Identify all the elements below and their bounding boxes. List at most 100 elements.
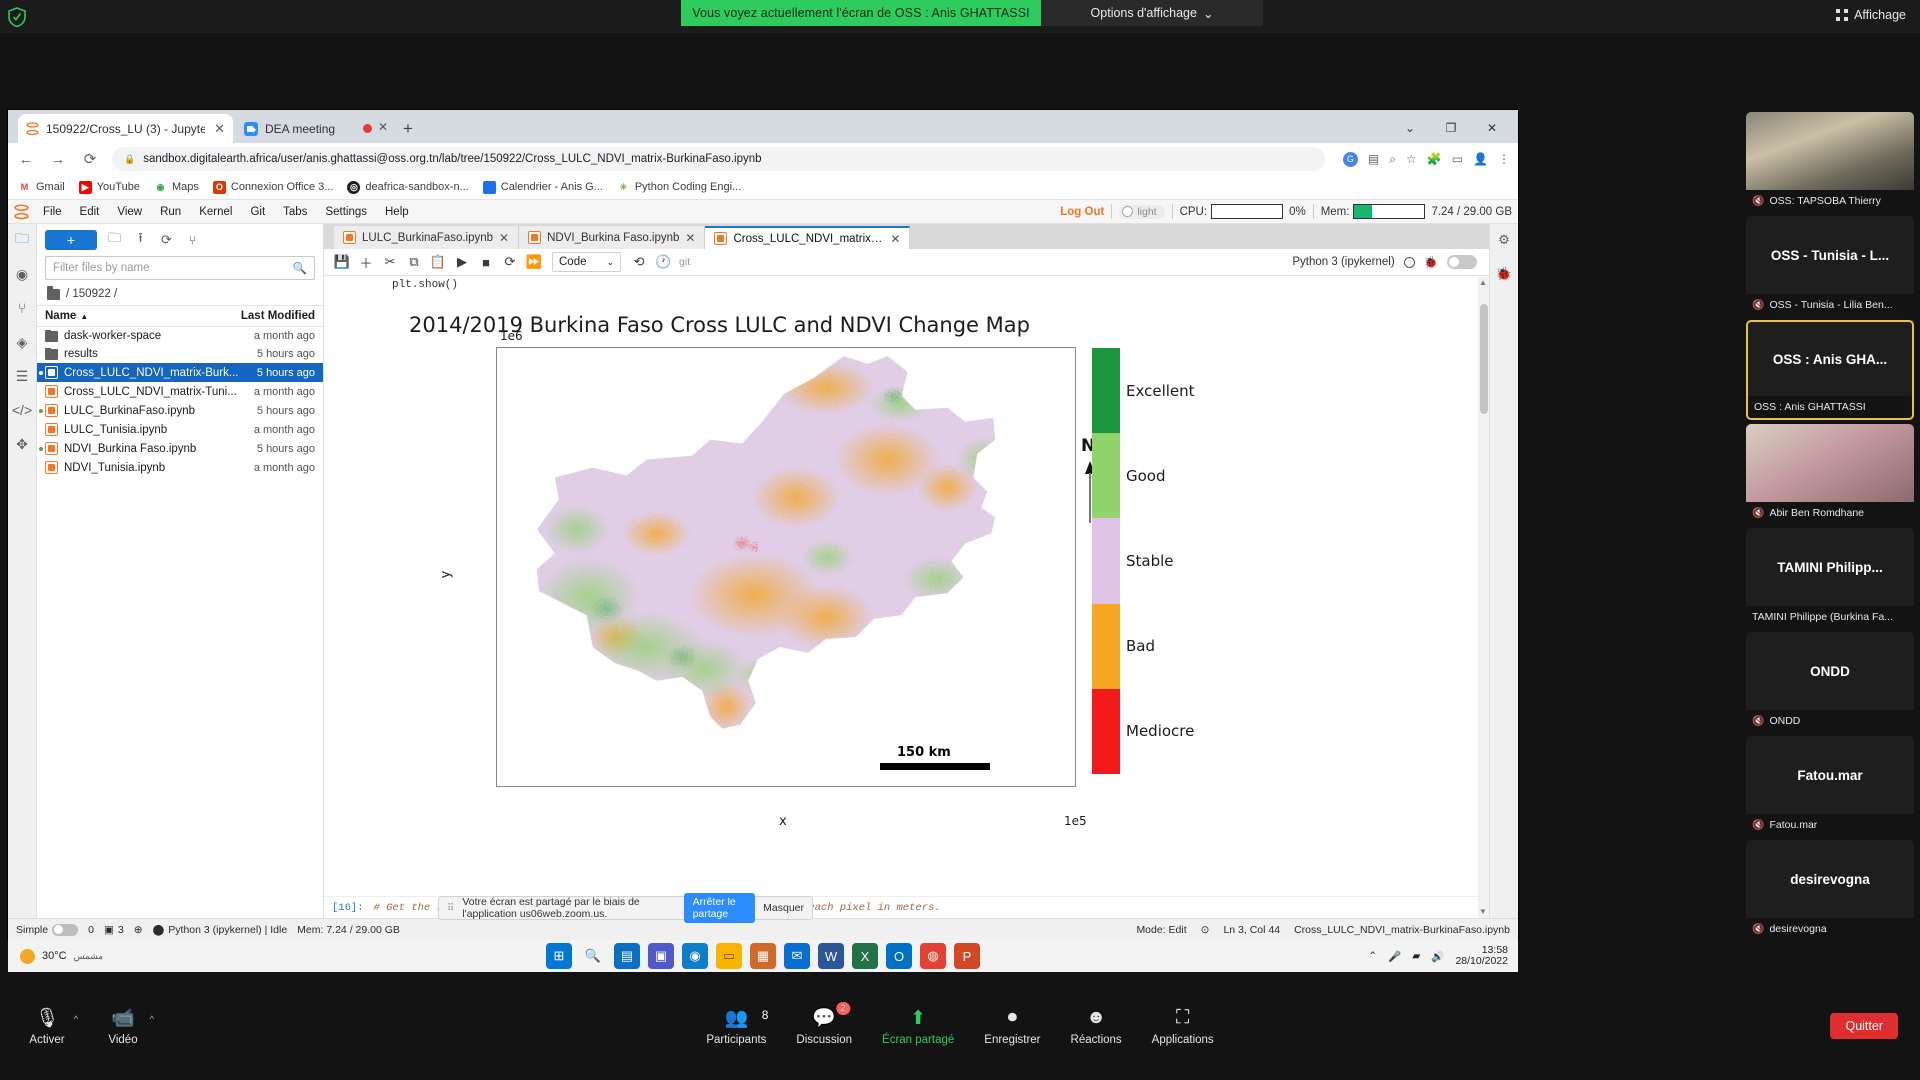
address-bar[interactable]: 🔒 sandbox.digitalearth.africa/user/anis.… bbox=[112, 147, 1325, 171]
logout-button[interactable]: Log Out bbox=[1060, 206, 1104, 218]
list-item[interactable]: LULC_BurkinaFaso.ipynb 5 hours ago bbox=[37, 401, 323, 420]
list-item[interactable]: results 5 hours ago bbox=[37, 345, 323, 363]
zoom-level-icon[interactable]: ⌕ bbox=[1389, 152, 1396, 167]
extensions-icon[interactable]: ◈ bbox=[12, 332, 32, 352]
file-filter-input[interactable]: Filter files by name 🔍 bbox=[45, 256, 315, 280]
word-icon[interactable]: W bbox=[818, 943, 844, 969]
connections-icon[interactable]: ⊕ bbox=[134, 924, 143, 936]
scroll-up-icon[interactable]: ▲ bbox=[1479, 278, 1487, 287]
save-icon[interactable]: 💾 bbox=[330, 251, 354, 273]
close-window-button[interactable]: ✕ bbox=[1472, 115, 1512, 141]
tab-lulc-burkinafaso[interactable]: LULC_BurkinaFaso.ipynb ✕ bbox=[334, 226, 520, 249]
git-refresh-icon[interactable]: ⟲ bbox=[627, 251, 651, 273]
bookmark-calendrier[interactable]: Calendrier - Anis G... bbox=[482, 180, 603, 194]
table-of-contents-icon[interactable]: ☰ bbox=[12, 366, 32, 386]
bookmark-maps[interactable]: ◉ Maps bbox=[153, 180, 199, 194]
close-icon[interactable]: ✕ bbox=[378, 120, 388, 134]
weather-widget[interactable]: 30°C مشمس bbox=[8, 948, 103, 964]
list-item[interactable]: NDVI_Burkina Faso.ipynb 5 hours ago bbox=[37, 439, 323, 458]
hide-button[interactable]: Masquer bbox=[763, 902, 804, 914]
extensions-icon[interactable]: 🧩 bbox=[1427, 152, 1442, 166]
explorer-icon[interactable]: ▭ bbox=[716, 943, 742, 969]
task-view-icon[interactable]: ▤ bbox=[614, 943, 640, 969]
tab-cross-lulc-ndvi-matrix[interactable]: Cross_LULC_NDVI_matrix-Bur ✕ bbox=[705, 226, 911, 249]
settings-gear-icon[interactable]: ⚙ bbox=[1498, 232, 1510, 248]
restart-run-all-icon[interactable]: ⏩ bbox=[522, 251, 546, 273]
menu-file[interactable]: File bbox=[34, 200, 71, 224]
history-icon[interactable]: 🕐 bbox=[651, 251, 675, 273]
edge-icon[interactable]: ◉ bbox=[682, 943, 708, 969]
excel-icon[interactable]: X bbox=[852, 943, 878, 969]
breadcrumb[interactable]: / 150922 / bbox=[37, 285, 323, 305]
close-icon[interactable]: ✕ bbox=[214, 121, 225, 137]
outlook-icon[interactable]: O bbox=[886, 943, 912, 969]
participant-tile[interactable]: TAMINI Philipp... TAMINI Philippe (Burki… bbox=[1746, 528, 1914, 628]
reactions-button[interactable]: ☻ Réactions bbox=[1071, 1006, 1122, 1046]
upload-icon[interactable]: ⭱ bbox=[132, 229, 149, 251]
record-button[interactable]: ⏺ Enregistrer bbox=[984, 1006, 1040, 1046]
participant-tile[interactable]: OSS - Tunisia - L... 🔇 OSS - Tunisia - L… bbox=[1746, 216, 1914, 316]
kernel-count[interactable]: ▣ 3 bbox=[104, 924, 124, 936]
browser-tab-jupyterlab[interactable]: 150922/Cross_LU (3) - JupyterLab ✕ bbox=[18, 114, 233, 143]
forward-button[interactable]: → bbox=[48, 151, 68, 168]
theme-toggle[interactable]: light bbox=[1119, 204, 1165, 219]
mute-button[interactable]: 🎙 Activer ^ bbox=[22, 1006, 78, 1046]
menu-run[interactable]: Run bbox=[151, 200, 190, 224]
kernel-status-text[interactable]: ⬤ Python 3 (ipykernel) | Idle bbox=[153, 924, 288, 936]
git-clone-icon[interactable]: ⑂ bbox=[184, 233, 201, 248]
display-options-button[interactable]: Options d'affichage ⌄ bbox=[1041, 0, 1263, 26]
debugger-bug-icon[interactable]: 🐞 bbox=[1496, 266, 1512, 282]
close-icon[interactable]: ✕ bbox=[890, 232, 900, 246]
bookmark-office[interactable]: O Connexion Office 3... bbox=[212, 180, 333, 194]
new-tab-button[interactable]: + bbox=[403, 119, 413, 139]
scroll-down-icon[interactable]: ▼ bbox=[1479, 907, 1487, 916]
git-icon[interactable]: ⑂ bbox=[12, 298, 32, 318]
menu-settings[interactable]: Settings bbox=[316, 200, 376, 224]
chevron-up-icon[interactable]: ⌃ bbox=[1368, 950, 1377, 962]
menu-edit[interactable]: Edit bbox=[71, 200, 109, 224]
property-inspector-icon[interactable]: ✥ bbox=[12, 434, 32, 454]
reload-button[interactable]: ⟳ bbox=[80, 150, 100, 168]
participant-tile[interactable]: 🔇 Abir Ben Romdhane bbox=[1746, 424, 1914, 524]
menu-view[interactable]: View bbox=[108, 200, 151, 224]
notebook-scrollbar[interactable]: ▲ ▼ bbox=[1478, 276, 1489, 918]
new-folder-icon[interactable]: 🗀 bbox=[106, 229, 123, 251]
leave-meeting-button[interactable]: Quitter bbox=[1830, 1013, 1898, 1039]
add-cell-icon[interactable]: ＋ bbox=[354, 251, 378, 273]
video-button[interactable]: 📹 Vidéo ^ bbox=[98, 1006, 154, 1046]
kernel-name[interactable]: Python 3 (ipykernel) bbox=[1292, 256, 1394, 268]
start-icon[interactable]: ⊞ bbox=[546, 943, 572, 969]
menu-tabs[interactable]: Tabs bbox=[274, 200, 316, 224]
cast-icon[interactable]: ▭ bbox=[1452, 152, 1463, 166]
bookmark-star-icon[interactable]: ☆ bbox=[1406, 152, 1417, 166]
close-icon[interactable]: ✕ bbox=[685, 231, 695, 245]
share-screen-button[interactable]: ⬆ Écran partagé bbox=[882, 1006, 954, 1047]
view-layout-button[interactable]: Affichage bbox=[1836, 8, 1906, 22]
notebook-scroll-region[interactable]: plt.show() 2014/2019 Burkina Faso Cross … bbox=[324, 276, 1489, 918]
stop-sharing-button[interactable]: Arrêter le partage bbox=[683, 893, 756, 923]
google-account-icon[interactable]: G bbox=[1342, 151, 1358, 167]
bookmark-gmail[interactable]: M Gmail bbox=[18, 180, 65, 194]
participant-tile[interactable]: Fatou.mar 🔇 Fatou.mar bbox=[1746, 736, 1914, 836]
mail-icon[interactable]: ✉ bbox=[784, 943, 810, 969]
browser-menu-icon[interactable]: ⋮ bbox=[1498, 152, 1510, 166]
debugger-toggle[interactable] bbox=[1447, 255, 1477, 269]
column-header-modified[interactable]: Last Modified bbox=[241, 310, 315, 322]
menu-kernel[interactable]: Kernel bbox=[190, 200, 241, 224]
cell-type-select[interactable]: Code ⌄ bbox=[552, 252, 622, 272]
bookmark-python-coding[interactable]: ✳ Python Coding Engi... bbox=[616, 180, 741, 194]
tab-ndvi-burkinafaso[interactable]: NDVI_Burkina Faso.ipynb ✕ bbox=[519, 226, 706, 249]
close-icon[interactable]: ✕ bbox=[499, 231, 509, 245]
drag-handle-icon[interactable]: ⠿ bbox=[447, 903, 454, 914]
chat-button[interactable]: 💬 2 Discussion bbox=[796, 1002, 852, 1046]
volume-icon[interactable]: 🔊 bbox=[1431, 950, 1444, 963]
paste-icon[interactable]: 📋 bbox=[426, 251, 450, 273]
chevron-up-icon[interactable]: ^ bbox=[74, 1014, 78, 1024]
commands-icon[interactable]: </> bbox=[12, 400, 32, 420]
list-item[interactable]: Cross_LULC_NDVI_matrix-Burk... 5 hours a… bbox=[37, 363, 323, 382]
list-item[interactable]: dask-worker-space a month ago bbox=[37, 327, 323, 345]
participant-tile[interactable]: desirevogna 🔇 desirevogna bbox=[1746, 840, 1914, 940]
participant-tile[interactable]: 🔇 OSS: TAPSOBA Thierry bbox=[1746, 112, 1914, 212]
running-terminals-icon[interactable]: ◉ bbox=[12, 264, 32, 284]
mic-icon[interactable]: 🎤 bbox=[1388, 950, 1401, 963]
